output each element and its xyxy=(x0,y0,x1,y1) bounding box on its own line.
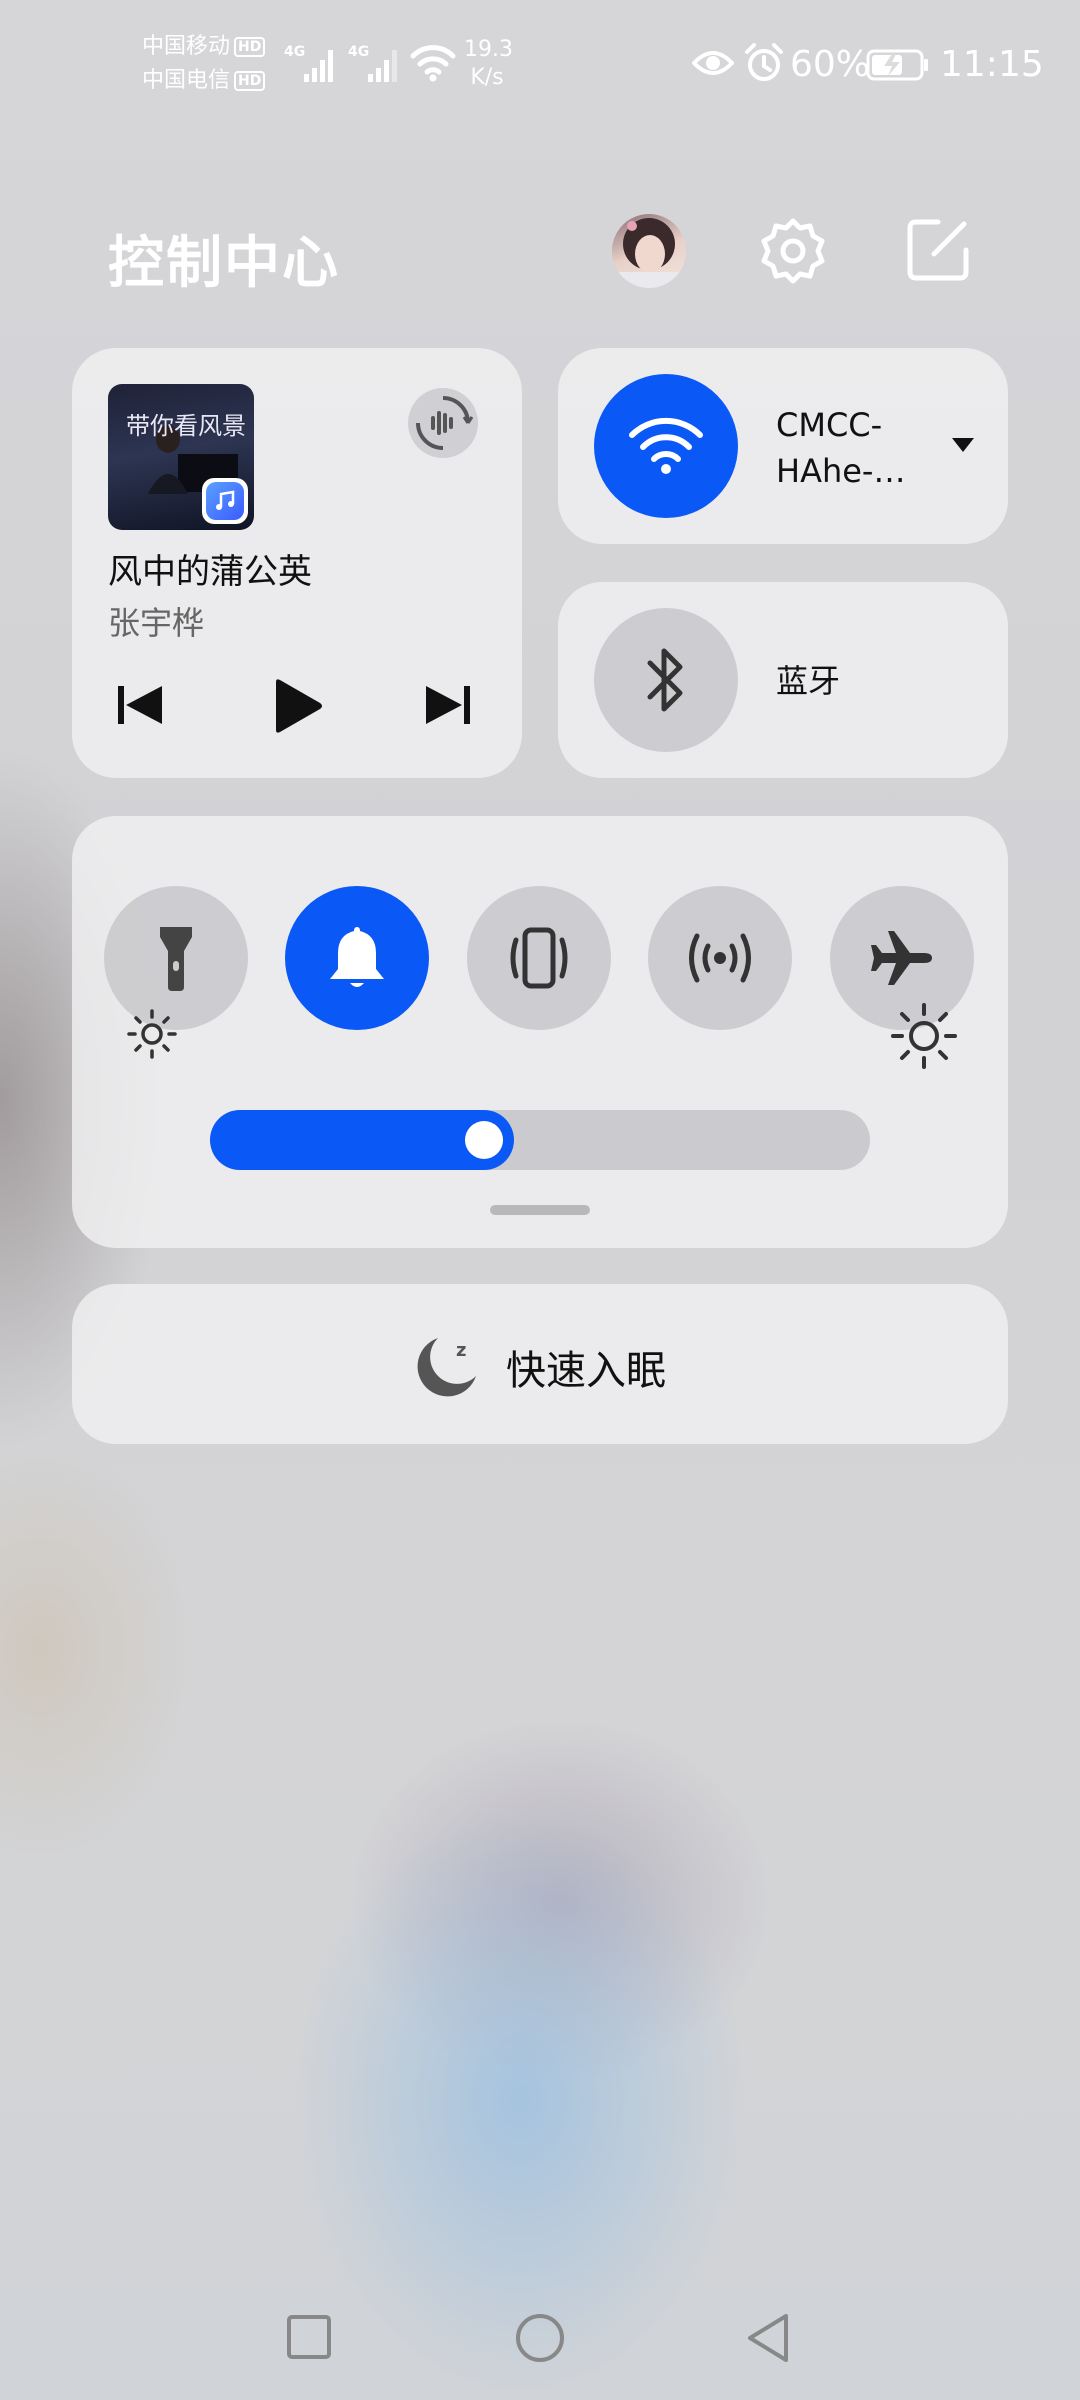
hotspot-toggle[interactable] xyxy=(648,886,792,1030)
bell-icon xyxy=(330,927,384,987)
circle-icon xyxy=(516,2314,564,2362)
avatar-image xyxy=(612,218,686,288)
hotspot-icon xyxy=(689,933,751,983)
signal-2-icon: 4G xyxy=(348,40,408,88)
album-text: 带你看风景 xyxy=(126,412,246,440)
play-icon[interactable] xyxy=(272,678,324,738)
back-button[interactable] xyxy=(744,2312,792,2368)
svg-text:z: z xyxy=(456,1340,466,1361)
vibrate-toggle[interactable] xyxy=(467,886,611,1030)
wifi-icon xyxy=(629,417,703,474)
sound-toggle[interactable] xyxy=(285,886,429,1030)
song-artist: 张宇桦 xyxy=(108,604,205,642)
net-speed-unit: K/s xyxy=(470,65,504,90)
eye-comfort-icon xyxy=(691,46,735,84)
brightness-low-icon xyxy=(126,1008,178,1064)
avatar[interactable] xyxy=(612,214,686,288)
brightness-slider[interactable] xyxy=(210,1110,870,1170)
recents-button[interactable] xyxy=(286,2314,332,2364)
signal-1-type: 4G xyxy=(284,44,306,60)
bluetooth-toggle[interactable] xyxy=(594,608,738,752)
hd-badge-2: HD xyxy=(234,71,266,91)
bluetooth-card[interactable]: 蓝牙 xyxy=(558,582,1008,778)
music-app-icon xyxy=(202,478,248,524)
sleep-moon-icon: z xyxy=(412,1330,482,1404)
quick-sleep-card[interactable]: z 快速入眠 xyxy=(72,1284,1008,1444)
wifi-card[interactable]: CMCC- HAhe-… xyxy=(558,348,1008,544)
carrier-2-name: 中国电信 xyxy=(142,68,231,93)
expand-handle[interactable] xyxy=(490,1205,590,1215)
brightness-high-icon xyxy=(890,1002,958,1074)
clock: 11:15 xyxy=(940,44,1044,85)
hd-badge-1: HD xyxy=(234,37,266,57)
bluetooth-label: 蓝牙 xyxy=(776,662,841,700)
alarm-icon xyxy=(744,42,784,88)
carrier-1-name: 中国移动 xyxy=(142,34,231,59)
carrier-1: 中国移动 HD xyxy=(142,32,266,62)
wifi-name-line1: CMCC- xyxy=(776,406,883,444)
square-icon xyxy=(287,2315,331,2359)
airplane-icon xyxy=(871,931,932,985)
home-button[interactable] xyxy=(514,2312,566,2368)
audio-output-icon[interactable] xyxy=(408,388,478,458)
song-title: 风中的蒲公英 xyxy=(108,552,312,592)
battery-percent: 60% xyxy=(790,44,871,85)
page-title: 控制中心 xyxy=(108,231,340,296)
previous-track-icon[interactable] xyxy=(116,682,166,732)
wifi-network-name: CMCC- HAhe-… xyxy=(776,402,905,494)
net-speed-value: 19.3 xyxy=(464,37,513,62)
music-card[interactable]: 带你看风景 风中的蒲公英 张宇桦 xyxy=(72,348,522,778)
vibrate-icon xyxy=(510,927,568,989)
settings-gear-icon[interactable] xyxy=(758,216,828,290)
signal-2-type: 4G xyxy=(348,44,370,60)
brightness-handle[interactable] xyxy=(464,1121,503,1159)
net-speed: 19.3 K/s xyxy=(464,36,513,92)
wifi-name-line2: HAhe-… xyxy=(776,452,906,490)
flashlight-icon xyxy=(160,927,192,991)
wifi-dropdown-icon[interactable] xyxy=(950,436,976,458)
triangle-back-icon xyxy=(748,2314,788,2362)
carrier-2: 中国电信 HD xyxy=(142,66,266,96)
quick-sleep-label: 快速入眠 xyxy=(506,1348,666,1394)
wifi-toggle[interactable] xyxy=(594,374,738,518)
bluetooth-icon xyxy=(647,648,683,712)
next-track-icon[interactable] xyxy=(422,682,472,732)
wifi-status-icon xyxy=(410,40,456,88)
quick-settings-card xyxy=(72,816,1008,1248)
battery-charging-icon xyxy=(866,48,930,86)
edit-icon[interactable] xyxy=(904,216,972,288)
